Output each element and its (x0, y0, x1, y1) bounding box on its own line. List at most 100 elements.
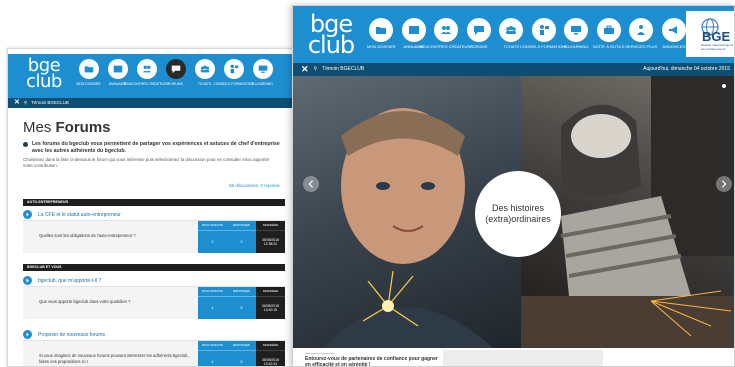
book-icon (107, 59, 128, 79)
last-post-stat: Dernière 05/05/2015 13:40:15 (256, 287, 285, 319)
toolbox-icon (596, 18, 621, 42)
announce-icon (661, 18, 686, 42)
people-icon (136, 59, 157, 79)
book-icon (401, 18, 426, 42)
screenshot-composite: bge club Mon dossier Annuaire Rencontres c… (0, 0, 735, 367)
nav-item-teacher[interactable]: Conseils formations (213, 59, 254, 86)
nav-item-elearning[interactable]: E-learning (560, 18, 593, 50)
section-header: Auto-entrepreneur (23, 199, 285, 206)
content-block (443, 350, 603, 366)
intro-text: Les forums du bgeclub vous permettent de… (23, 141, 283, 154)
user-bar: ✕ ⚲ Témoin BGECLUB (8, 98, 294, 108)
topic-title-link[interactable]: Proposer de nouveaux forums (38, 332, 105, 338)
carousel-dot[interactable] (722, 84, 726, 88)
homepage-window: bge club Mon dossier Annuaire Rencontres c… (292, 5, 735, 367)
forum-topic: Proposer de nouveaux forums Si vous imag… (23, 329, 285, 366)
discussion-count-link[interactable]: 55 discussions, 0 réponse (229, 183, 280, 188)
carousel-next-button[interactable] (716, 176, 732, 192)
forum-topic: bgeclub, que m'apporte-t-il ? Que vous a… (23, 275, 285, 319)
nav-item-chat[interactable]: Forums (161, 59, 190, 86)
close-icon[interactable]: ✕ (14, 98, 20, 108)
folder-icon (78, 59, 99, 79)
chat-icon (466, 18, 491, 42)
nav-label: E-learning (564, 44, 589, 49)
bgeclub-logo[interactable]: bge club (18, 57, 70, 96)
hero-carousel[interactable]: Des histoires (extra)ordinaires (293, 76, 734, 348)
nav-item-people[interactable]: Rencontres créateurs (420, 18, 473, 50)
site-header: bge club Mon dossier Annuaire Rencontres c… (293, 6, 734, 63)
nav-label: Tchats (503, 44, 520, 49)
elearning-icon (564, 18, 589, 42)
last-post-stat: Dernière 05/05/2015 13:42:24 (256, 341, 285, 366)
hero-caption-circle: Des histoires (extra)ordinaires (475, 171, 561, 257)
discussions-stat: Discussions 4 (198, 287, 227, 319)
user-name: Témoin BGECLUB (322, 66, 365, 72)
topic-stats: Discussions 4 Réponses 5 Dernière 05/05/… (198, 287, 285, 319)
topic-question-link[interactable]: Si vous imaginez de nouveaux forums pouv… (39, 353, 189, 364)
bullet-icon (23, 142, 28, 147)
topic-body: Que vous apporte bgeclub dans votre quot… (23, 287, 285, 319)
arrow-right-icon[interactable] (23, 276, 32, 285)
forum-topic: La CFE et le statut auto-entrepreneur Qu… (23, 209, 285, 253)
nav-label: Forums (470, 44, 488, 49)
forums-window: bge club Mon dossier Annuaire Rencontres c… (7, 48, 295, 367)
chevron-left-icon (308, 180, 314, 188)
bgeclub-logo[interactable]: bge club (303, 12, 359, 59)
main-nav: Mon dossier Annuaire Rencontres créateurs F… (365, 18, 690, 50)
topic-row[interactable]: La CFE et le statut auto-entrepreneur (23, 209, 285, 221)
carousel-prev-button[interactable] (303, 176, 319, 192)
folder-icon (369, 18, 394, 42)
last-post-stat: Dernière 05/05/2015 12:38:02 (256, 221, 285, 253)
close-icon[interactable]: ✕ (301, 63, 309, 76)
main-nav: Mon dossier Annuaire Rencontres créateurs F… (74, 59, 277, 86)
user-name: Témoin BGECLUB (31, 100, 69, 105)
page-title: Mes Forums (23, 119, 111, 136)
nav-label: Boîte à outils (593, 44, 625, 49)
responses-stat: Réponses 2 (227, 221, 256, 253)
topic-stats: Discussions 2 Réponses 2 Dernière 05/05/… (198, 221, 285, 253)
description-text: Choisissez dans la liste ci-dessous le f… (23, 157, 270, 168)
nav-label: Forums (168, 82, 183, 86)
nav-item-people[interactable]: Rencontres créateurs (124, 59, 169, 86)
topic-stats: Discussions 4 Réponses 5 Dernière 05/05/… (198, 341, 285, 366)
topic-row[interactable]: Proposer de nouveaux forums (23, 329, 285, 341)
topic-body: Quelles sont les obligations de l'auto-e… (23, 221, 285, 253)
nav-item-teacher[interactable]: Conseils formations (520, 18, 568, 50)
nav-label: Services plus (625, 44, 658, 49)
nav-label: Annonces (662, 44, 686, 49)
user-bar: ✕ ⚲ Témoin BGECLUB Aujourd'hui, dimanche… (293, 63, 734, 76)
user-icon: ⚲ (313, 66, 318, 72)
chat-icon (165, 59, 186, 79)
topic-title-link[interactable]: bgeclub, que m'apporte-t-il ? (38, 278, 101, 284)
people-icon (434, 18, 459, 42)
arrow-right-icon[interactable] (23, 210, 32, 219)
chevron-right-icon (721, 180, 727, 188)
arrow-right-icon[interactable] (23, 330, 32, 339)
services-icon (629, 18, 654, 42)
section-header: bgeclub et vous (23, 264, 285, 271)
teacher-icon (531, 18, 556, 42)
divider (305, 353, 335, 354)
nav-item-services[interactable]: Services plus (625, 18, 658, 50)
group-icon (194, 59, 215, 79)
nav-item-chat[interactable]: Forums (463, 18, 496, 50)
nav-item-elearning[interactable]: E-learning (248, 59, 277, 86)
group-icon (499, 18, 524, 42)
topic-row[interactable]: bgeclub, que m'apporte-t-il ? (23, 275, 285, 287)
nav-item-folder[interactable]: Mon dossier (74, 59, 103, 86)
nav-label: E-learning (252, 82, 273, 86)
user-icon: ⚲ (23, 100, 28, 105)
topic-question-link[interactable]: Quelles sont les obligations de l'auto-e… (39, 233, 189, 239)
nav-item-toolbox[interactable]: Boîte à outils (593, 18, 626, 50)
responses-stat: Réponses 5 (227, 287, 256, 319)
nav-label: Mon dossier (367, 44, 396, 49)
bge-brand-logo[interactable]: BGE Réseau national d'appui aux entrepre… (686, 11, 734, 57)
topic-body: Si vous imaginez de nouveaux forums pouv… (23, 341, 285, 366)
current-date: Aujourd'hui, dimanche 04 octobre 2015 (643, 66, 730, 72)
nav-item-folder[interactable]: Mon dossier (365, 18, 398, 50)
site-header: bge club Mon dossier Annuaire Rencontres c… (8, 54, 294, 98)
discussions-stat: Discussions 2 (198, 221, 227, 253)
discussions-stat: Discussions 4 (198, 341, 227, 366)
topic-question-link[interactable]: Que vous apporte bgeclub dans votre quot… (39, 299, 189, 305)
topic-title-link[interactable]: La CFE et le statut auto-entrepreneur (38, 212, 121, 218)
